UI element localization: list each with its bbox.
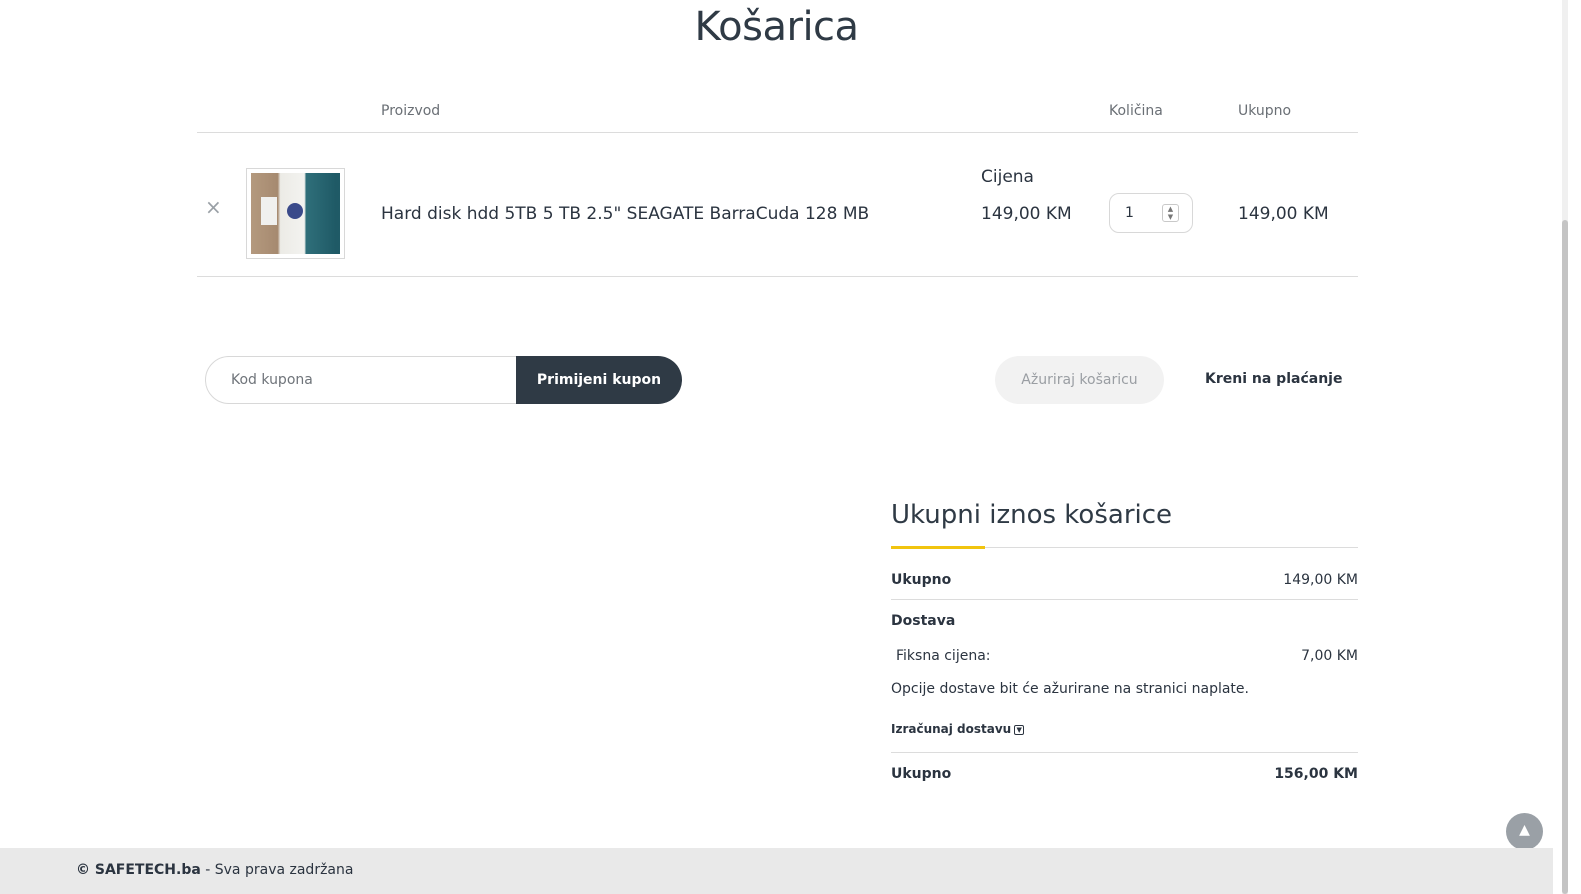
product-label-shape (261, 197, 277, 225)
copyright-brand: © SAFETECH.ba (76, 862, 201, 878)
scrollbar-thumb[interactable] (1562, 220, 1568, 894)
chevron-down-icon[interactable]: ▼ (1014, 724, 1025, 735)
product-thumbnail[interactable] (246, 168, 345, 259)
shipping-price: 7,00 KM (1301, 648, 1358, 664)
page-scrollbar[interactable] (1562, 0, 1568, 894)
grand-total-value: 156,00 KM (1274, 766, 1358, 782)
product-name-link[interactable]: Hard disk hdd 5TB 5 TB 2.5" SEAGATE Barr… (381, 204, 869, 224)
subtotal-label: Ukupno (891, 572, 952, 588)
cart-table: Proizvod Cijena Količina Ukupno × Hard d… (197, 96, 1358, 277)
chevron-up-icon[interactable]: ▲ (1519, 822, 1530, 838)
subtotal-value: 149,00 KM (1283, 572, 1358, 588)
checkout-link[interactable]: Kreni na plaćanje (1205, 371, 1342, 387)
cart-table-header: Proizvod Cijena Količina Ukupno (197, 96, 1358, 187)
quantity-stepper[interactable]: 1 ▲ ▼ (1109, 193, 1193, 233)
product-logo-shape (287, 203, 303, 219)
update-cart-button[interactable]: Ažuriraj košaricu (995, 356, 1164, 404)
cart-totals: Ukupni iznos košarice Ukupno 149,00 KM D… (891, 500, 1358, 797)
footer: © SAFETECH.ba - Sva prava zadržana (0, 848, 1553, 894)
header-quantity: Količina (1109, 103, 1163, 119)
subtotal-row: Ukupno 149,00 KM (891, 548, 1358, 600)
quantity-value[interactable]: 1 (1125, 205, 1134, 221)
shipping-method: Fiksna cijena: (896, 648, 991, 664)
table-row: × Hard disk hdd 5TB 5 TB 2.5" SEAGATE Ba… (197, 133, 1358, 277)
product-price: 149,00 KM (981, 204, 1072, 224)
calculate-shipping-link[interactable]: Izračunaj dostavu ▼ (891, 722, 1025, 736)
grand-total-row: Ukupno 156,00 KM (891, 753, 1358, 797)
shipping-row: Dostava Fiksna cijena: 7,00 KM Opcije do… (891, 600, 1358, 753)
header-product: Proizvod (381, 103, 441, 119)
spinner-icon[interactable]: ▲ ▼ (1162, 204, 1179, 222)
page-title: Košarica (694, 4, 859, 50)
apply-coupon-button[interactable]: Primijeni kupon (516, 356, 682, 404)
totals-title: Ukupni iznos košarice (891, 500, 1173, 530)
shipping-label: Dostava (891, 613, 956, 629)
product-image (251, 173, 340, 254)
line-total: 149,00 KM (1238, 204, 1329, 224)
footer-text: © SAFETECH.ba - Sva prava zadržana (76, 862, 353, 878)
copyright-rights: - Sva prava zadržana (200, 862, 354, 878)
remove-item-icon[interactable]: × (205, 197, 222, 217)
shipping-note: Opcije dostave bit će ažurirane na stran… (891, 681, 1249, 697)
scroll-to-top-button[interactable]: ▲ (1506, 813, 1543, 850)
calculate-shipping-label[interactable]: Izračunaj dostavu (891, 722, 1011, 736)
grand-total-label: Ukupno (891, 766, 952, 782)
header-total: Ukupno (1238, 103, 1292, 119)
coupon-input[interactable] (205, 356, 525, 404)
